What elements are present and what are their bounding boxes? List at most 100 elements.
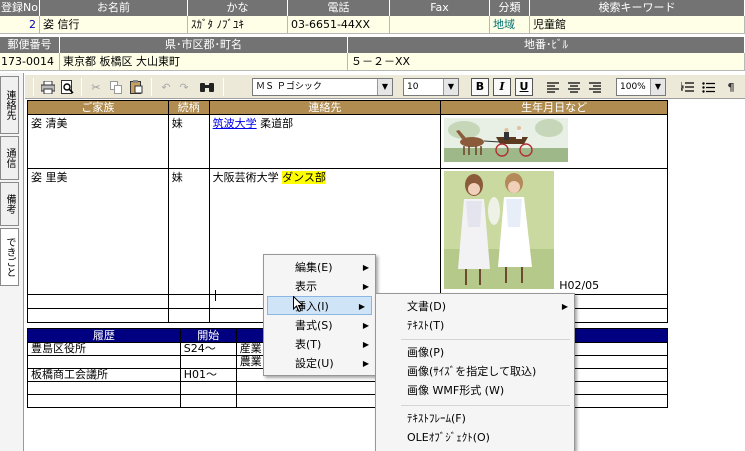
submenu-item-ole-object-label: OLEｵﾌﾞｼﾞｪｸﾄ(O)	[407, 431, 490, 444]
font-size-value: 10	[407, 82, 419, 92]
chevron-right-icon: ▶	[362, 340, 369, 349]
col-header-kana: かな	[188, 0, 288, 16]
history-start-cell[interactable]: S24～	[179, 342, 237, 356]
print-preview-icon[interactable]	[58, 78, 76, 96]
menu-item-edit[interactable]: 編集(E) ▶	[264, 258, 375, 277]
family-col-contact: 連絡先	[208, 100, 442, 115]
menu-item-format[interactable]: 書式(S) ▶	[264, 316, 375, 335]
tab-events[interactable]: できごと	[0, 228, 19, 286]
zip-field[interactable]: 173-0014	[0, 53, 60, 71]
carriage-picture-cell[interactable]	[440, 114, 668, 169]
city-field[interactable]: 東京都 板橋区 大山東町	[60, 53, 348, 71]
align-left-icon[interactable]	[544, 78, 562, 96]
family-name-cell[interactable]: 姿 清美	[27, 114, 169, 169]
tab-contact[interactable]: 連絡先	[0, 76, 19, 134]
font-name-value: ＭＳ Ｐゴシック	[256, 82, 322, 92]
zoom-value: 100%	[620, 82, 646, 92]
empty-cell[interactable]	[167, 294, 210, 309]
copy-icon[interactable]	[107, 78, 125, 96]
undo-icon[interactable]: ↶	[157, 78, 175, 96]
tab-notes[interactable]: 備考	[0, 182, 19, 226]
highlighted-club-text: ダンス部	[282, 171, 326, 184]
chevron-right-icon: ▶	[561, 302, 568, 311]
street-label: 地番･ﾋﾞﾙ	[348, 37, 745, 53]
bold-button[interactable]: B	[471, 78, 489, 96]
record-header: 登録No お名前 かな 電話 Fax 分類 検索キーワード 2 姿 信行 ｽｶﾞ…	[0, 0, 745, 36]
underline-button[interactable]: U	[515, 78, 533, 96]
print-icon[interactable]	[39, 78, 57, 96]
university-link[interactable]: 筑波大学	[213, 117, 257, 130]
two-girls-image[interactable]	[444, 171, 555, 289]
submenu-item-image-wmf[interactable]: 画像 WMF形式 (W)	[376, 381, 574, 400]
chevron-down-icon: ▼	[377, 79, 392, 95]
submenu-item-image-label: 画像(P)	[407, 346, 445, 359]
family-contact-cell[interactable]: 筑波大学 柔道部	[208, 114, 442, 169]
empty-cell[interactable]	[27, 308, 169, 323]
menu-item-settings-label: 設定(U)	[295, 357, 334, 370]
submenu-item-document[interactable]: 文書(D) ▶	[376, 297, 574, 316]
table-row[interactable]: 姿 清美 妹 筑波大学 柔道部	[27, 114, 668, 169]
paragraph-mark-button[interactable]: ¶	[722, 78, 740, 96]
font-name-select[interactable]: ＭＳ Ｐゴシック ▼	[252, 78, 393, 96]
horse-carriage-image[interactable]	[444, 118, 569, 162]
address-section: 郵便番号 県･市区郡･町名 地番･ﾋﾞﾙ 173-0014 東京都 板橋区 大山…	[0, 37, 745, 73]
bullet-list-icon[interactable]	[699, 78, 717, 96]
align-center-icon[interactable]	[565, 78, 583, 96]
col-header-phone: 電話	[288, 0, 390, 16]
italic-button[interactable]: I	[493, 78, 511, 96]
phone-field[interactable]: 03-6651-44XX	[288, 16, 390, 34]
font-size-select[interactable]: 10 ▼	[403, 78, 459, 96]
category-field[interactable]: 地域	[490, 16, 530, 34]
keyword-field[interactable]: 児童館	[530, 16, 745, 34]
empty-cell[interactable]	[27, 381, 181, 395]
empty-cell[interactable]	[179, 381, 237, 395]
name-field[interactable]: 姿 信行	[40, 16, 188, 34]
fax-field[interactable]	[390, 16, 490, 34]
zoom-select[interactable]: 100% ▼	[616, 78, 666, 96]
col-header-fax: Fax	[390, 0, 490, 16]
menu-item-settings[interactable]: 設定(U) ▶	[264, 354, 375, 373]
align-right-icon[interactable]	[586, 78, 604, 96]
col-header-keyword: 検索キーワード	[530, 0, 745, 16]
family-relation-cell[interactable]: 妹	[167, 168, 210, 295]
menu-item-table[interactable]: 表(T) ▶	[264, 335, 375, 354]
empty-cell[interactable]	[27, 294, 169, 309]
record-no-field[interactable]: 2	[0, 16, 40, 34]
empty-cell[interactable]	[27, 394, 181, 408]
numbered-list-icon[interactable]	[678, 78, 696, 96]
family-relation-cell[interactable]: 妹	[167, 114, 210, 169]
chevron-right-icon: ▶	[362, 359, 369, 368]
menu-item-view[interactable]: 表示 ▶	[264, 277, 375, 296]
history-org-cell[interactable]: 豊島区役所	[27, 342, 181, 356]
col-header-name: お名前	[40, 0, 188, 16]
submenu-item-image[interactable]: 画像(P)	[376, 343, 574, 362]
chevron-down-icon: ▼	[443, 79, 458, 95]
empty-cell[interactable]	[167, 308, 210, 323]
empty-cell[interactable]	[179, 394, 237, 408]
chevron-right-icon: ▶	[358, 302, 365, 311]
paste-icon[interactable]	[127, 78, 145, 96]
submenu-item-text-frame[interactable]: ﾃｷｽﾄﾌﾚｰﾑ(F)	[376, 409, 574, 428]
menu-item-edit-label: 編集(E)	[295, 261, 333, 274]
redo-icon[interactable]: ↷	[175, 78, 193, 96]
menu-item-table-label: 表(T)	[295, 338, 322, 351]
find-icon[interactable]	[197, 78, 217, 96]
history-org-cell[interactable]: 板橋商工会議所	[27, 368, 181, 382]
submenu-item-ole-object[interactable]: OLEｵﾌﾞｼﾞｪｸﾄ(O)	[376, 428, 574, 447]
family-name-cell[interactable]: 姿 里美	[27, 168, 169, 295]
submenu-item-image-sized[interactable]: 画像(ｻｲｽﾞを指定して取込)	[376, 362, 574, 381]
empty-cell[interactable]	[27, 355, 181, 369]
chevron-down-icon: ▼	[650, 79, 665, 95]
street-field[interactable]: ５－２－XX	[348, 53, 745, 71]
empty-cell[interactable]	[179, 355, 237, 369]
zip-label: 郵便番号	[0, 37, 60, 53]
cut-icon[interactable]: ✂	[87, 78, 105, 96]
text-caret	[215, 290, 216, 301]
menu-item-format-label: 書式(S)	[295, 319, 333, 332]
girls-picture-cell[interactable]: H02/05	[440, 168, 668, 295]
tab-communication[interactable]: 通信	[0, 136, 19, 180]
kana-field[interactable]: ｽｶﾞﾀ ﾉﾌﾞﾕｷ	[188, 16, 288, 34]
history-start-cell[interactable]: H01～	[179, 368, 237, 382]
submenu-item-text[interactable]: ﾃｷｽﾄ(T)	[376, 316, 574, 335]
menu-item-insert[interactable]: 挿入(I) ▶	[267, 296, 372, 315]
